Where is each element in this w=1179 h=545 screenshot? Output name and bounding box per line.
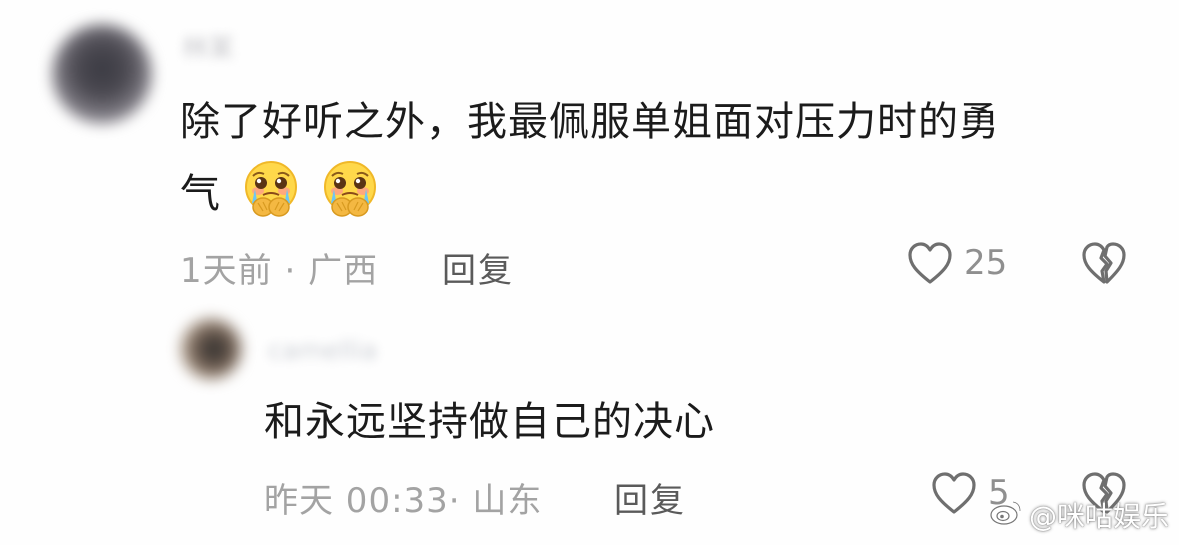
heart-icon[interactable]: [906, 240, 954, 286]
reply-location: 山东: [472, 481, 543, 521]
commenter-avatar[interactable]: [52, 24, 152, 124]
watermark-text: @咪咕娱乐: [1028, 500, 1169, 533]
reply-time: 昨天 00:33: [264, 481, 449, 521]
reply-meta: 昨天 00:33· 山东: [264, 473, 542, 522]
weibo-logo-icon: [989, 498, 1023, 533]
comment-time: 1天前: [180, 251, 273, 291]
watermark: @咪咕娱乐: [989, 495, 1169, 535]
replier-name[interactable]: camellia: [268, 336, 377, 366]
pleading-face-emoji-1: [241, 159, 301, 219]
comment-meta: 1天前 · 广西: [180, 243, 378, 292]
reply-text: 和永远坚持做自己的决心: [264, 399, 715, 445]
comment-text-line2-row: 气: [180, 158, 1120, 230]
meta-separator: ·: [284, 251, 297, 291]
pleading-face-emoji-2: [320, 159, 380, 219]
like-count: 25: [964, 243, 1008, 283]
heart-icon[interactable]: [930, 470, 978, 516]
replier-avatar[interactable]: [180, 318, 242, 380]
reply-button[interactable]: 回复: [442, 243, 514, 292]
broken-heart-icon[interactable]: [1080, 240, 1128, 286]
meta-separator: ·: [448, 481, 461, 521]
commenter-name[interactable]: 林某: [182, 28, 234, 65]
comment-location: 广西: [308, 251, 379, 291]
comment-text-line1: 除了好听之外，我最佩服单姐面对压力时的勇: [180, 99, 1000, 145]
reply-button[interactable]: 回复: [614, 473, 686, 522]
comment-text-line2: 气: [180, 171, 221, 217]
comment-text: 除了好听之外，我最佩服单姐面对压力时的勇 气: [180, 86, 1120, 230]
